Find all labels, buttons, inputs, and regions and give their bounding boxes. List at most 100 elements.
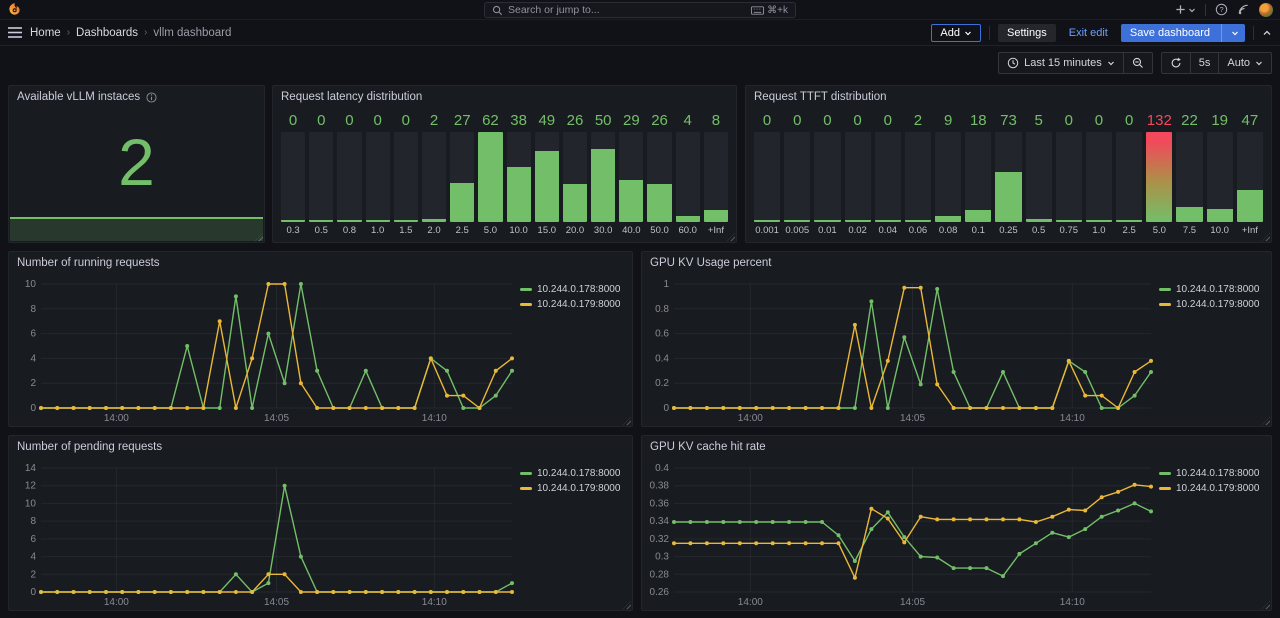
bar-track <box>1146 132 1172 222</box>
help-button[interactable]: ? <box>1215 3 1228 16</box>
panel-available-instances: Available vLLM instaces 2 <box>8 85 265 243</box>
svg-text:4: 4 <box>30 552 36 563</box>
legend-item[interactable]: 10.244.0.178:8000 <box>520 468 628 479</box>
info-icon[interactable] <box>146 92 157 103</box>
bar-track <box>507 132 531 222</box>
menu-toggle-button[interactable] <box>8 27 22 38</box>
bar-track <box>935 132 961 222</box>
save-dropdown-button[interactable] <box>1226 29 1244 37</box>
bar-category-label: 0.06 <box>905 224 931 237</box>
cache-hit-rate-chart[interactable]: 0.260.280.30.320.340.360.380.414:0014:05… <box>644 458 1159 608</box>
panel-title[interactable]: Request TTFT distribution <box>746 86 1271 108</box>
bar: 02.5 <box>1116 112 1142 237</box>
svg-text:0.34: 0.34 <box>650 516 670 527</box>
legend-item[interactable]: 10.244.0.179:8000 <box>1159 299 1267 310</box>
bar-track <box>1207 132 1233 222</box>
collapse-toolbar-button[interactable] <box>1262 29 1272 37</box>
breadcrumb-dashboards[interactable]: Dashboards <box>76 27 138 39</box>
svg-text:14:05: 14:05 <box>900 597 925 608</box>
search-icon <box>492 5 503 16</box>
bar-value: 29 <box>619 112 643 130</box>
legend-item[interactable]: 10.244.0.178:8000 <box>520 284 628 295</box>
exit-edit-button[interactable]: Exit edit <box>1064 24 1113 42</box>
bar: 00.3 <box>281 112 305 237</box>
legend-label: 10.244.0.179:8000 <box>1176 483 1259 494</box>
refresh-interval-label[interactable]: 5s <box>1190 52 1220 74</box>
bar-value: 49 <box>535 112 559 130</box>
panel-pending-requests: Number of pending requests 0246810121414… <box>8 435 633 611</box>
bar-category-label: 0.8 <box>337 224 361 237</box>
bar-category-label: 7.5 <box>1176 224 1202 237</box>
bar-category-label: 0.04 <box>875 224 901 237</box>
bar-category-label: 0.001 <box>754 224 780 237</box>
panel-title-text: Number of running requests <box>17 257 160 269</box>
gpu-kv-usage-chart[interactable]: 00.20.40.60.8114:0014:0514:10 <box>644 274 1159 424</box>
auto-refresh-picker[interactable]: Auto <box>1218 52 1272 74</box>
bar: 272.5 <box>450 112 474 237</box>
search-input[interactable]: Search or jump to... ⌘+k <box>484 2 796 18</box>
bar-category-label: 0.08 <box>935 224 961 237</box>
zoom-out-button[interactable] <box>1123 52 1153 74</box>
bar-value: 0 <box>366 112 390 130</box>
legend-item[interactable]: 10.244.0.179:8000 <box>1159 483 1267 494</box>
timeseries-svg: 0246810121414:0014:0514:10 <box>11 458 520 608</box>
add-new-button[interactable] <box>1175 4 1196 15</box>
svg-text:6: 6 <box>30 534 36 545</box>
bar-fill <box>337 220 361 222</box>
panel-title[interactable]: Available vLLM instaces <box>9 86 264 108</box>
panel-title[interactable]: Request latency distribution <box>273 86 736 108</box>
bar-track <box>619 132 643 222</box>
time-controls-row: Last 15 minutes 5s Auto <box>0 46 1280 80</box>
legend-swatch <box>1159 288 1171 291</box>
bar-category-label: 15.0 <box>535 224 559 237</box>
bar-fill <box>754 220 780 222</box>
legend-item[interactable]: 10.244.0.178:8000 <box>1159 284 1267 295</box>
settings-button[interactable]: Settings <box>998 24 1056 42</box>
svg-text:0: 0 <box>30 587 36 598</box>
running-requests-chart[interactable]: 024681014:0014:0514:10 <box>11 274 520 424</box>
panel-title[interactable]: GPU KV Usage percent <box>642 252 1271 274</box>
legend-item[interactable]: 10.244.0.179:8000 <box>520 483 628 494</box>
svg-text:0.6: 0.6 <box>655 329 669 340</box>
grafana-logo[interactable] <box>7 2 22 17</box>
panel-title[interactable]: Number of pending requests <box>9 436 632 458</box>
bar-track <box>676 132 700 222</box>
add-panel-button[interactable]: Add <box>931 24 981 42</box>
bar-category-label: 1.5 <box>394 224 418 237</box>
bar-category-label: 5.0 <box>478 224 502 237</box>
refresh-button[interactable] <box>1161 52 1191 74</box>
bar-fill <box>935 216 961 222</box>
svg-text:4: 4 <box>30 353 36 364</box>
bar-track <box>422 132 446 222</box>
legend-label: 10.244.0.179:8000 <box>537 299 620 310</box>
bar-value: 2 <box>905 112 931 130</box>
panel-title[interactable]: Number of running requests <box>9 252 632 274</box>
bar: 00.75 <box>1056 112 1082 237</box>
plus-icon <box>1175 4 1186 15</box>
legend-item[interactable]: 10.244.0.178:8000 <box>1159 468 1267 479</box>
bar-fill <box>591 149 615 222</box>
pending-requests-chart[interactable]: 0246810121414:0014:0514:10 <box>11 458 520 608</box>
time-range-picker[interactable]: Last 15 minutes <box>998 52 1124 74</box>
panel-cache-hit-rate: GPU KV cache hit rate 0.260.280.30.320.3… <box>641 435 1272 611</box>
bar-value: 0 <box>784 112 810 130</box>
bar-category-label: 2.5 <box>450 224 474 237</box>
svg-text:0.28: 0.28 <box>650 569 670 580</box>
legend-item[interactable]: 10.244.0.179:8000 <box>520 299 628 310</box>
bar-track <box>366 132 390 222</box>
breadcrumb-home[interactable]: Home <box>30 27 61 39</box>
bar-fill <box>309 220 333 222</box>
user-avatar[interactable] <box>1259 3 1273 17</box>
svg-text:0.26: 0.26 <box>650 587 670 598</box>
svg-text:14:00: 14:00 <box>738 413 763 424</box>
save-dashboard-button[interactable]: Save dashboard <box>1121 24 1245 42</box>
bar-fill <box>1116 220 1142 222</box>
panel-title[interactable]: GPU KV cache hit rate <box>642 436 1271 458</box>
panel-title-text: Available vLLM instaces <box>17 91 140 103</box>
news-button[interactable] <box>1237 3 1250 16</box>
bar-value: 27 <box>450 112 474 130</box>
svg-text:14:10: 14:10 <box>422 413 447 424</box>
bar-category-label: 0.5 <box>309 224 333 237</box>
bar-fill <box>1086 220 1112 222</box>
bar-value: 50 <box>591 112 615 130</box>
